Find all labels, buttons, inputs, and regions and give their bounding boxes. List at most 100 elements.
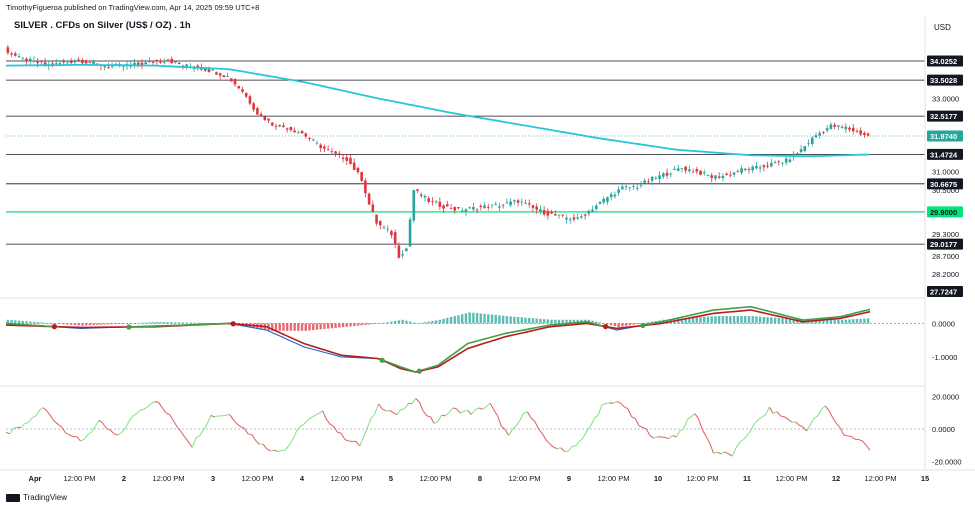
macd-histogram-bar <box>390 321 393 324</box>
time-tick-label: 5 <box>389 474 393 483</box>
oscillator-segment <box>27 417 33 423</box>
oscillator-segment <box>746 430 752 436</box>
candle-body <box>799 149 803 153</box>
candle-body <box>736 171 740 173</box>
candle-body <box>550 211 553 214</box>
oscillator-segment <box>843 434 848 437</box>
macd-bull-segment <box>720 307 729 311</box>
oscillator-segment <box>799 424 804 428</box>
oscillator-segment <box>858 439 863 442</box>
macd-histogram-bar <box>58 323 62 324</box>
macd-bull-segment <box>854 310 863 314</box>
candle-body <box>226 76 229 77</box>
macd-histogram-bar <box>92 323 95 326</box>
candle-body <box>174 61 177 63</box>
oscillator-segment <box>806 424 811 432</box>
macd-histogram-bar <box>528 317 531 324</box>
chart-canvas[interactable]: 33.000032.500031.000030.500029.300028.70… <box>0 0 975 509</box>
candle-body <box>244 93 248 97</box>
price-level-label: 32.5177 <box>930 112 957 121</box>
oscillator-segment <box>538 428 543 434</box>
oscillator-segment <box>191 437 197 448</box>
oscillator-segment <box>404 402 409 410</box>
macd-histogram-bar <box>77 323 80 326</box>
macd-histogram-bar <box>475 313 479 324</box>
candle-body <box>617 189 620 193</box>
oscillator-segment <box>467 410 472 415</box>
candle-body <box>293 130 296 133</box>
macd-histogram-bar <box>773 317 777 324</box>
candle-body <box>211 69 214 71</box>
candle-body <box>170 58 174 64</box>
candle-body <box>624 186 628 188</box>
candle-body <box>40 60 43 62</box>
price-level-label: 31.4724 <box>930 150 958 159</box>
macd-histogram-bar <box>516 316 520 324</box>
macd-bull-segment <box>691 312 699 316</box>
oscillator-segment <box>631 416 636 420</box>
oscillator-segment <box>415 398 420 403</box>
oscillator-segment <box>526 411 532 419</box>
macd-histogram-bar <box>129 323 132 324</box>
macd-histogram-bar <box>490 314 494 324</box>
candle-body <box>542 209 546 215</box>
candle-body <box>136 62 140 65</box>
price-tick-label: 31.0000 <box>932 168 959 177</box>
macd-histogram-bar <box>289 323 293 331</box>
oscillator-segment <box>147 402 152 408</box>
candle-body <box>770 162 773 167</box>
candle-body <box>438 201 442 207</box>
price-level-label: 27.7247 <box>930 287 957 296</box>
oscillator-segment <box>489 403 495 411</box>
candle-body <box>472 207 475 210</box>
macd-bull-segment <box>683 314 692 318</box>
macd-histogram-bar <box>613 323 617 327</box>
candle-body <box>405 248 408 252</box>
candle-body <box>527 203 531 205</box>
macd-histogram-bar <box>110 323 114 325</box>
macd-bull-segment <box>475 338 483 343</box>
macd-bull-segment <box>13 323 21 326</box>
macd-histogram-bar <box>740 316 743 324</box>
oscillator-segment <box>634 418 640 427</box>
oscillator-segment <box>206 415 212 425</box>
macd-histogram-bar <box>144 322 147 324</box>
macd-histogram-bar <box>192 322 196 324</box>
oscillator-segment <box>445 412 450 417</box>
time-tick-label: 10 <box>654 474 662 483</box>
oscillator-segment <box>162 407 167 414</box>
macd-histogram-bar <box>32 321 36 324</box>
macd-histogram-bar <box>125 323 129 324</box>
candle-body <box>654 177 658 179</box>
oscillator-segment <box>434 420 439 424</box>
macd-histogram-bar <box>364 323 367 325</box>
macd-histogram-bar <box>732 316 736 324</box>
macd-histogram-bar <box>96 323 99 325</box>
candle-body <box>453 207 457 211</box>
oscillator-segment <box>46 410 52 417</box>
candle-body <box>505 202 509 204</box>
macd-histogram-bar <box>721 316 725 324</box>
time-tick-label: 12:00 PM <box>508 474 540 483</box>
macd-histogram-bar <box>550 319 553 324</box>
oscillator-segment <box>690 413 696 418</box>
macd-histogram-bar <box>25 321 28 324</box>
oscillator-segment <box>817 408 823 417</box>
candle-body <box>308 137 311 139</box>
macd-histogram-bar <box>17 320 21 324</box>
oscillator-segment <box>731 447 737 457</box>
candle-body <box>479 205 483 208</box>
tradingview-logo[interactable]: TradingView <box>6 493 67 502</box>
macd-histogram-bar <box>382 322 386 324</box>
oscillator-segment <box>132 413 137 417</box>
candle-body <box>576 217 579 219</box>
oscillator-segment <box>124 421 130 429</box>
macd-histogram-bar <box>509 316 512 324</box>
macd-histogram-bar <box>81 323 84 326</box>
candle-body <box>151 62 155 63</box>
candle-body <box>580 216 583 218</box>
macd-histogram-bar <box>513 316 516 324</box>
macd-bull-segment <box>557 322 565 326</box>
candle-body <box>565 217 568 220</box>
macd-histogram-bar <box>10 320 13 324</box>
